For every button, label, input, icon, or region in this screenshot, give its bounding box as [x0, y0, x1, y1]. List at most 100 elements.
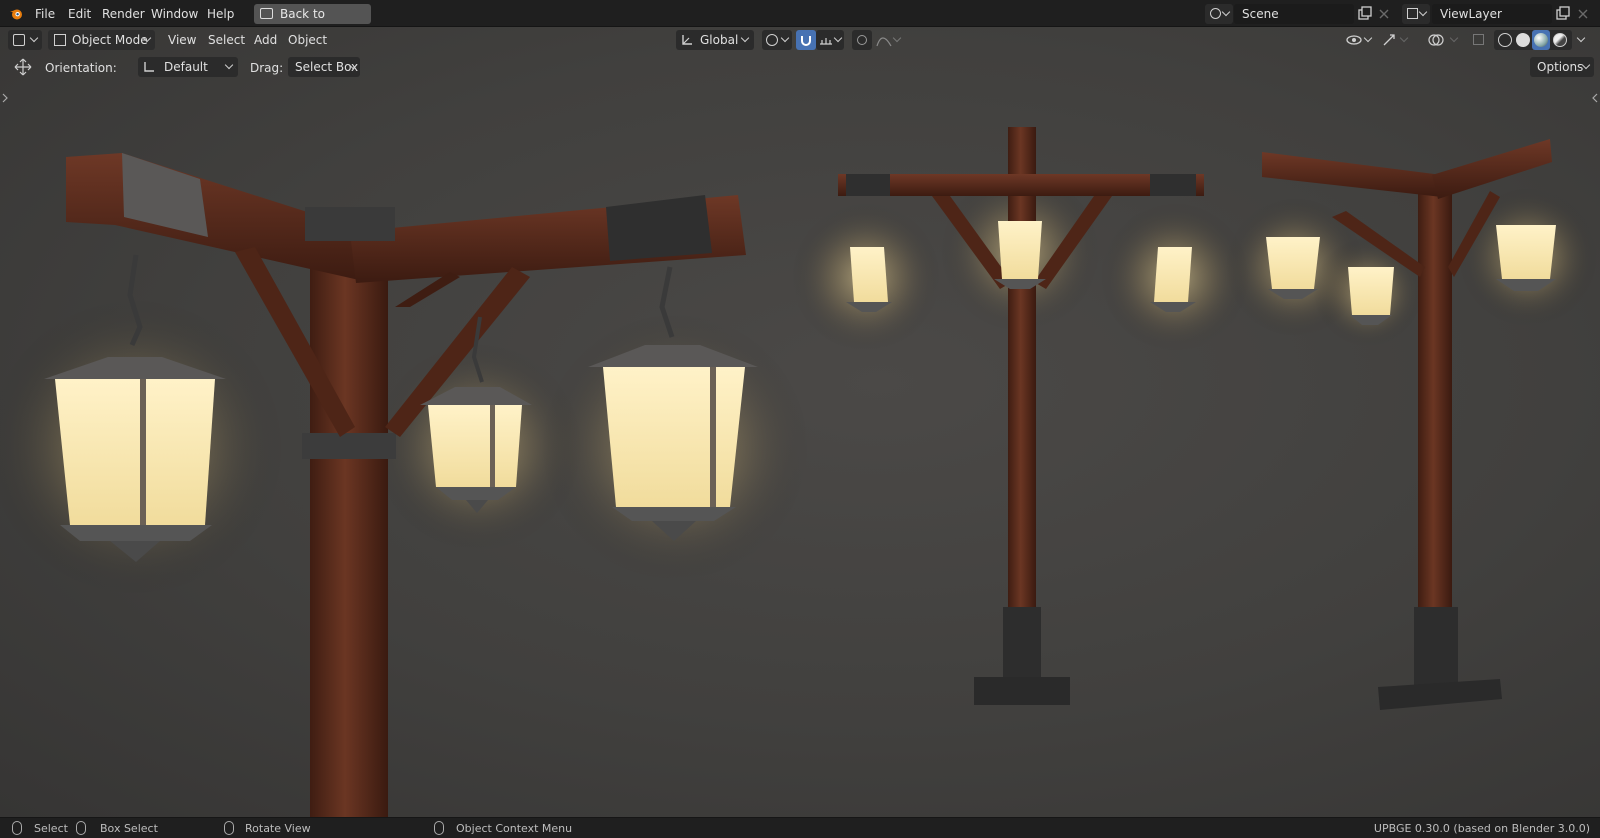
menu-render[interactable]: Render [99, 5, 148, 23]
overlays-dropdown[interactable] [1424, 30, 1464, 50]
orientation-dropdown[interactable]: Default [138, 57, 238, 77]
sidebar-expand-icon[interactable] [1592, 93, 1598, 103]
scene-name-field[interactable]: Scene [1234, 4, 1354, 24]
chevron-down-icon [1576, 33, 1586, 43]
status-bar: Select Box Select Rotate View Object Con… [0, 817, 1600, 838]
viewlayer-browse-button[interactable] [1402, 4, 1430, 24]
chevron-down-icon [1363, 33, 1373, 43]
gizmo-dropdown[interactable] [1380, 30, 1410, 50]
chevron-down-icon [892, 33, 902, 43]
shading-options-dropdown[interactable] [1574, 30, 1592, 50]
transform-orientation-dropdown[interactable]: Global [676, 30, 754, 50]
scene-browse-button[interactable] [1205, 4, 1233, 24]
chevron-down-icon [29, 33, 39, 43]
mouse-middle-icon [224, 821, 234, 835]
magnet-icon [801, 36, 811, 46]
3d-viewport[interactable] [0, 27, 1600, 817]
material-preview-shading-icon[interactable] [1532, 30, 1550, 50]
snap-toggle[interactable] [796, 30, 816, 50]
menu-help[interactable]: Help [204, 5, 237, 23]
close-icon [1578, 9, 1588, 19]
new-scene-button[interactable] [1356, 5, 1374, 23]
proportional-falloff-dropdown[interactable] [874, 30, 904, 50]
menu-file[interactable]: File [32, 5, 58, 23]
tool-settings-bar: Orientation: Default Drag: Select Box Op… [0, 54, 1600, 80]
chevron-down-icon [740, 33, 750, 43]
status-box-select: Box Select [100, 822, 158, 835]
pivot-point-dropdown[interactable] [762, 30, 792, 50]
scene-icon [1210, 8, 1221, 19]
drag-label: Drag: [250, 61, 284, 75]
lamp-post-perspective[interactable] [1225, 139, 1598, 710]
duplicate-icon [1556, 6, 1570, 20]
menu-view[interactable]: View [168, 30, 196, 50]
wireframe-shading-icon[interactable] [1498, 33, 1512, 47]
eye-icon [1346, 35, 1362, 45]
menu-edit[interactable]: Edit [65, 5, 94, 23]
chevron-down-icon [1449, 33, 1459, 43]
blender-logo-icon[interactable] [9, 6, 24, 21]
orientation-label: Orientation: [45, 61, 117, 75]
gizmo-icon [1383, 34, 1395, 46]
move-tool-icon[interactable] [14, 58, 32, 76]
drag-value: Select Box [295, 60, 359, 74]
chevron-down-icon [1399, 33, 1409, 43]
orientation-value: Default [164, 60, 208, 74]
delete-viewlayer-button[interactable] [1574, 5, 1592, 23]
proportional-edit-icon [857, 35, 867, 45]
drag-dropdown[interactable]: Select Box [288, 57, 360, 77]
new-viewlayer-button[interactable] [1554, 5, 1572, 23]
proportional-editing-toggle[interactable] [852, 30, 872, 50]
viewport-header: Object Mode View Select Add Object Globa… [0, 27, 1600, 53]
viewlayer-icon [1407, 8, 1418, 19]
object-mode-dropdown[interactable]: Object Mode [48, 30, 155, 50]
snap-increment-icon [820, 38, 832, 45]
back-icon [260, 8, 273, 19]
menu-select[interactable]: Select [208, 30, 245, 50]
shading-mode-group [1494, 30, 1572, 50]
close-icon [1379, 9, 1389, 19]
lamp-post-large[interactable] [0, 153, 810, 817]
transform-orientation-label: Global [700, 33, 739, 47]
viewlayer-name: ViewLayer [1440, 7, 1502, 21]
options-dropdown[interactable]: Options [1530, 57, 1594, 77]
solid-shading-icon[interactable] [1516, 33, 1530, 47]
rendered-shading-icon[interactable] [1553, 33, 1567, 47]
orientation-default-icon [144, 62, 154, 72]
editor-type-button[interactable] [8, 30, 42, 50]
mouse-right-icon [434, 821, 444, 835]
viewlayer-name-field[interactable]: ViewLayer [1432, 4, 1552, 24]
menu-window[interactable]: Window [148, 5, 201, 23]
scene-name: Scene [1242, 7, 1279, 21]
options-label: Options [1537, 60, 1584, 74]
visibility-dropdown[interactable] [1344, 30, 1374, 50]
falloff-curve-icon [876, 37, 892, 47]
xray-icon [1473, 34, 1484, 45]
xray-toggle[interactable] [1470, 30, 1488, 50]
snap-target-dropdown[interactable] [816, 30, 844, 50]
mouse-left-icon [12, 821, 22, 835]
status-rotate-view: Rotate View [245, 822, 311, 835]
chevron-down-icon [1221, 7, 1231, 17]
object-mode-icon [54, 34, 66, 46]
chevron-down-icon [780, 33, 790, 43]
toolbar-expand-icon[interactable] [2, 93, 8, 103]
delete-scene-button[interactable] [1375, 5, 1393, 23]
status-select: Select [34, 822, 68, 835]
viewport-render [0, 93, 1598, 817]
chevron-down-icon [833, 33, 843, 43]
overlays-icon [1428, 34, 1444, 46]
object-mode-label: Object Mode [72, 33, 148, 47]
chevron-down-icon [1418, 7, 1428, 17]
mouse-drag-icon [76, 821, 86, 835]
version-text: UPBGE 0.30.0 (based on Blender 3.0.0) [1373, 822, 1590, 835]
menu-object[interactable]: Object [288, 30, 327, 50]
pivot-icon [766, 34, 778, 46]
status-context-menu: Object Context Menu [456, 822, 573, 835]
duplicate-icon [1358, 6, 1372, 20]
material-sphere-icon [1534, 33, 1548, 47]
menu-add[interactable]: Add [254, 30, 277, 50]
back-to-previous-button[interactable]: Back to Previous [254, 4, 371, 41]
viewport-editor-icon [13, 34, 25, 46]
lamp-post-front[interactable] [791, 127, 1250, 705]
